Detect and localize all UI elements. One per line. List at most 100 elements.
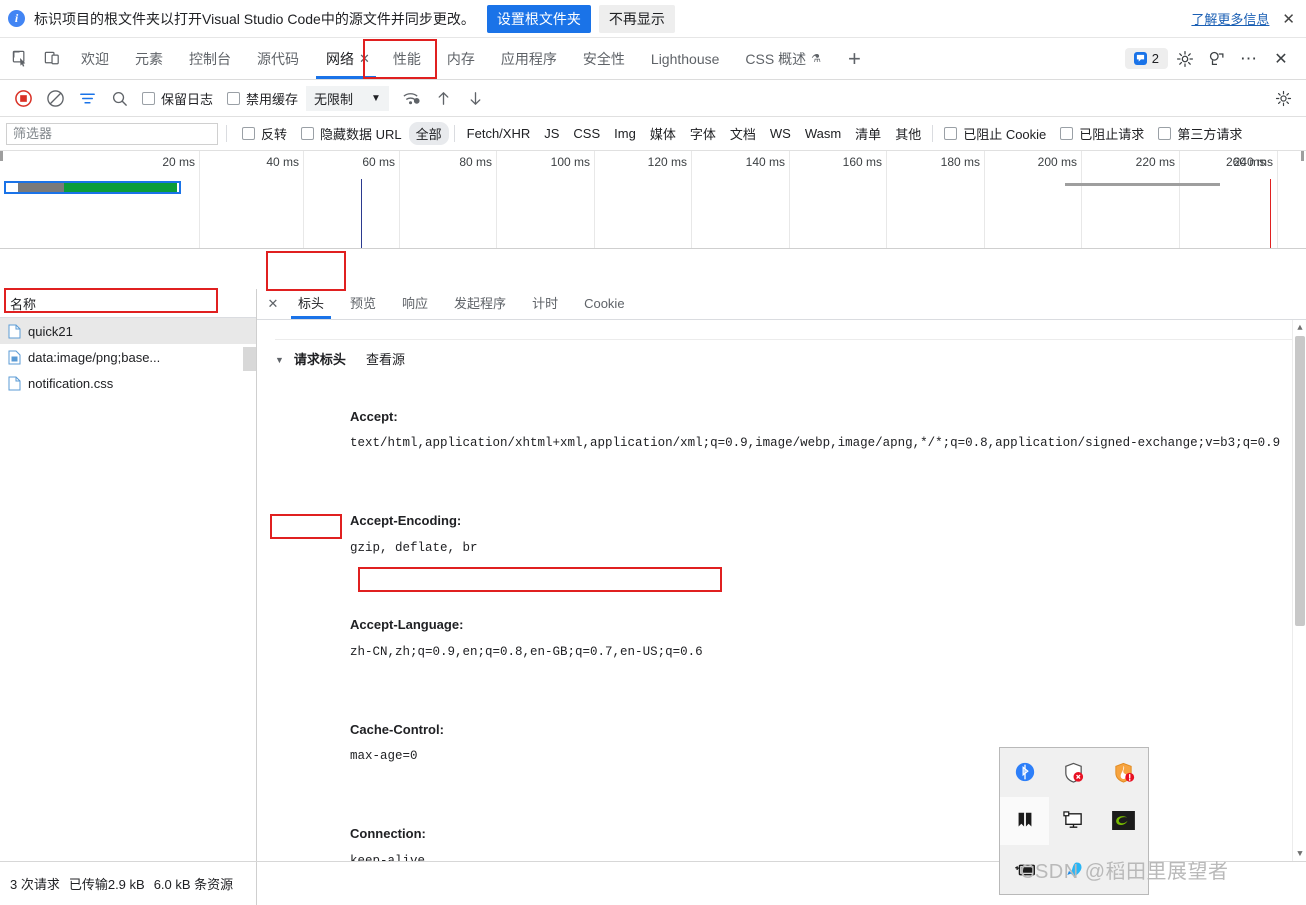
tab-network[interactable]: 网络 ✕ [312,39,380,79]
request-row-notification-css[interactable]: notification.css [0,370,256,396]
import-har-icon[interactable] [429,84,459,112]
request-list-scrollbar[interactable] [243,347,256,371]
detail-tab-timing[interactable]: 计时 [519,289,571,319]
record-stop-icon[interactable] [8,84,38,112]
filter-type-ws[interactable]: WS [763,124,798,143]
tab-label: Lighthouse [650,50,720,67]
request-list-body: quick21 data:image/png;base... notificat… [0,318,256,861]
overview-right-grip[interactable] [1301,151,1304,161]
close-detail-icon[interactable]: ✕ [261,292,285,316]
detail-tabbar: ✕ 标头 预览 响应 发起程序 计时 Cookie [257,289,1306,320]
blocked-cookies-checkbox[interactable]: 已阻止 Cookie [944,124,1046,143]
preserve-log-checkbox[interactable]: 保留日志 [142,89,213,108]
filter-type-font[interactable]: 字体 [683,122,723,145]
view-source-link[interactable]: 查看源 [366,346,405,374]
tab-welcome[interactable]: 欢迎 [68,39,122,79]
filter-input[interactable] [6,122,218,145]
learn-more-link[interactable]: 了解更多信息 [1191,9,1269,28]
filter-type-manifest[interactable]: 清单 [848,122,888,145]
filter-type-css[interactable]: CSS [566,124,607,143]
chevron-down-icon: ▼ [371,92,381,104]
remote-display-icon[interactable] [1049,797,1098,846]
scrollbar-thumb[interactable] [1295,336,1305,626]
network-conditions-icon[interactable] [397,84,427,112]
header-value: keep-alive [350,853,426,861]
filter-type-img[interactable]: Img [607,124,643,143]
tab-application[interactable]: 应用程序 [488,39,570,79]
detail-tab-response[interactable]: 响应 [389,289,441,319]
timeline-tick: 200 ms [985,151,1082,248]
request-row-data-image[interactable]: data:image/png;base... [0,344,256,370]
filter-type-other[interactable]: 其他 [888,122,928,145]
tab-console[interactable]: 控制台 [176,39,244,79]
tab-css-overview[interactable]: CSS 概述 ⚗ [732,39,834,79]
more-options-icon[interactable]: ⋯ [1234,44,1264,74]
clear-icon[interactable] [40,84,70,112]
timeline-tick: 100 ms [497,151,595,248]
checkbox-box [242,127,255,140]
filter-type-media[interactable]: 媒体 [643,122,683,145]
tab-memory[interactable]: 内存 [434,39,488,79]
bookmark-icon[interactable] [1000,796,1050,846]
export-har-icon[interactable] [461,84,491,112]
chevron-up-icon[interactable]: ▲ [1295,322,1305,333]
device-toolbar-icon[interactable] [36,44,68,74]
throttling-select[interactable]: 无限制 ▼ [306,85,389,111]
tick-label: 20 ms [162,155,195,169]
gear-icon[interactable] [1170,44,1200,74]
detail-tab-preview[interactable]: 预览 [337,289,389,319]
security-shield-error-icon[interactable] [1049,748,1098,797]
overview-scroll-indicator[interactable] [1065,183,1220,186]
filter-type-all[interactable]: 全部 [408,122,449,145]
filter-type-doc[interactable]: 文档 [723,122,763,145]
request-name: data:image/png;base... [28,349,161,365]
request-row-quick21[interactable]: quick21 [0,318,256,344]
header-row-accept-language: Accept-Language: zh-CN,zh;q=0.9,en;q=0.8… [275,587,1292,691]
detail-scrollbar[interactable]: ▲ ▼ [1292,320,1306,861]
tab-elements[interactable]: 元素 [122,39,176,79]
tab-sources[interactable]: 源代码 [244,39,312,79]
chevron-down-icon[interactable]: ▼ [1295,848,1305,859]
blocked-requests-checkbox[interactable]: 已阻止请求 [1060,124,1144,143]
inspect-element-icon[interactable] [4,44,36,74]
filter-type-wasm[interactable]: Wasm [798,124,848,143]
firewall-warning-icon[interactable] [1099,748,1148,797]
filter-type-fetch-xhr[interactable]: Fetch/XHR [460,124,538,143]
throttling-value: 无限制 [314,91,354,107]
detail-tab-cookies[interactable]: Cookie [571,289,637,319]
detail-tab-headers[interactable]: 标头 [285,289,337,319]
filter-type-js[interactable]: JS [537,124,566,143]
network-overview-timeline[interactable]: 20 ms 40 ms 60 ms 80 ms 100 ms 120 ms 14… [0,151,1306,249]
request-name: notification.css [28,375,114,391]
invert-checkbox[interactable]: 反转 [242,124,287,143]
header-value: text/html,application/xhtml+xml,applicat… [350,436,1281,451]
chevron-down-icon[interactable]: ▼ [275,346,284,374]
add-panel-button[interactable]: + [834,46,875,72]
network-settings-icon[interactable] [1268,84,1298,112]
filter-icon[interactable] [72,84,102,112]
bluetooth-icon[interactable] [1000,748,1049,797]
close-devtools-icon[interactable]: ✕ [1266,44,1296,74]
detail-tab-initiator[interactable]: 发起程序 [441,289,519,319]
tab-performance[interactable]: 性能 [380,39,434,79]
blocked-requests-label: 已阻止请求 [1079,127,1145,142]
request-name: quick21 [28,323,73,339]
tab-lighthouse[interactable]: Lighthouse [638,39,733,79]
close-icon[interactable]: ✕ [1279,10,1298,28]
request-headers-section[interactable]: ▼ 请求标头 查看源 [275,339,1292,374]
tick-label: 60 ms [362,155,395,169]
tab-label: 源代码 [257,50,299,67]
network-filter-bar: 反转 隐藏数据 URL 全部 Fetch/XHR JS CSS Img 媒体 字… [0,117,1306,151]
tab-security[interactable]: 安全性 [570,39,638,79]
watermark-text: CSDN @稻田里展望者 [1020,861,1229,883]
nvidia-icon[interactable] [1099,797,1148,846]
hide-data-urls-checkbox[interactable]: 隐藏数据 URL [301,124,402,143]
issues-counter[interactable]: 2 [1124,48,1168,69]
disable-cache-checkbox[interactable]: 禁用缓存 [227,89,298,108]
dont-show-again-button[interactable]: 不再显示 [598,4,675,33]
close-icon[interactable]: ✕ [359,39,370,79]
search-icon[interactable] [104,84,134,112]
devices-icon[interactable] [1202,44,1232,74]
third-party-checkbox[interactable]: 第三方请求 [1158,124,1242,143]
set-root-folder-button[interactable]: 设置根文件夹 [486,4,591,33]
